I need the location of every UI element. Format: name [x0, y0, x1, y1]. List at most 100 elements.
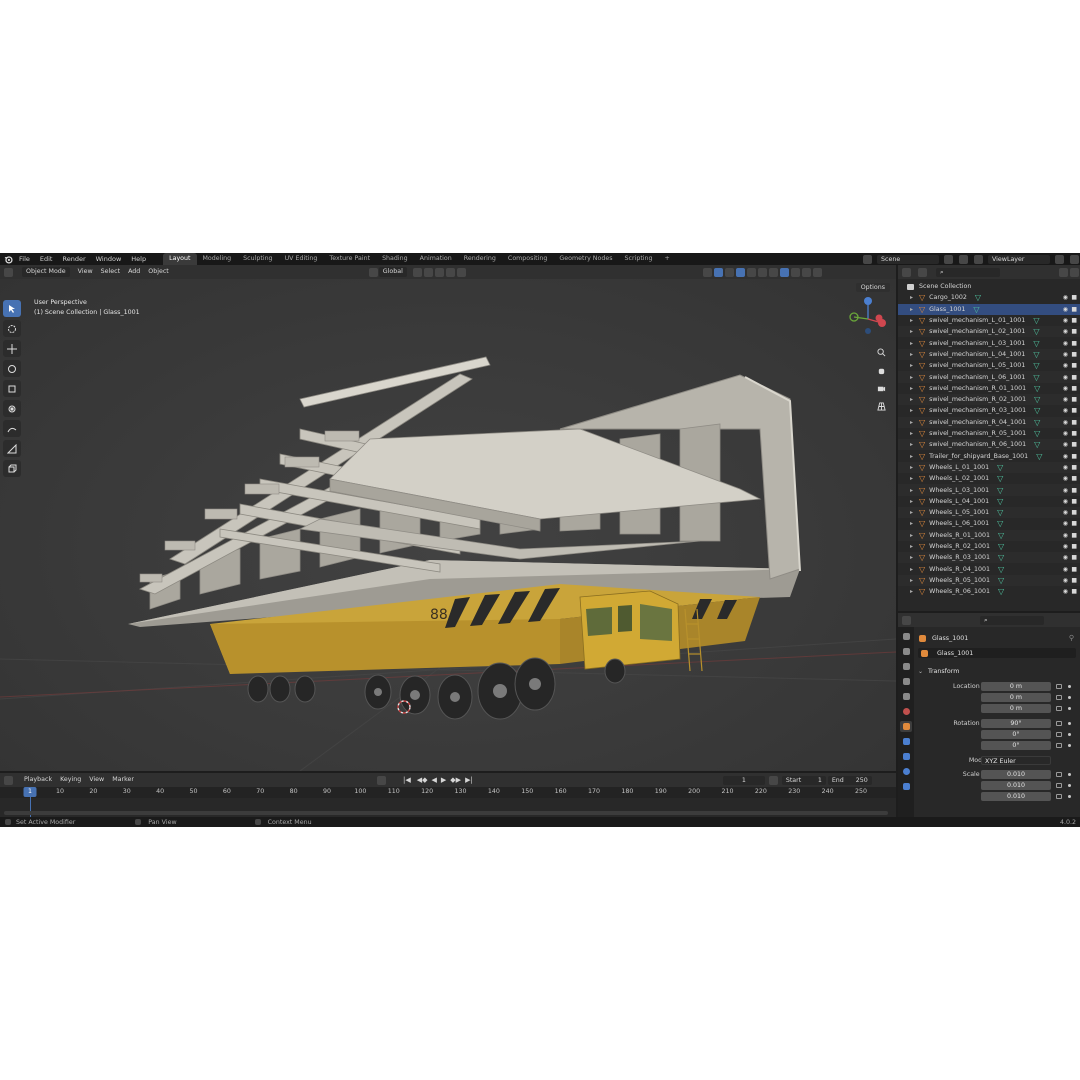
expand-arrow-icon[interactable]: ▸	[910, 407, 918, 414]
menu-edit[interactable]: Edit	[35, 253, 58, 265]
tool-tab-icon[interactable]	[900, 631, 912, 642]
mesh-data-icon[interactable]: ▽	[1033, 361, 1039, 370]
menu-render[interactable]: Render	[57, 253, 90, 265]
shading-wireframe-icon[interactable]	[768, 267, 778, 277]
next-keyframe-icon[interactable]: ◆▶	[448, 775, 463, 785]
menu-timeline-view[interactable]: View	[85, 775, 108, 785]
outliner-item[interactable]: ▸ ▽ swivel_mechanism_R_06_1001 ▽ ◉ ■	[898, 439, 1080, 451]
xray-icon[interactable]	[757, 267, 767, 277]
mesh-data-icon[interactable]: ▽	[997, 497, 1003, 506]
properties-editor-icon[interactable]	[902, 615, 911, 625]
outliner-item[interactable]: ▸ ▽ swivel_mechanism_L_06_1001 ▽ ◉ ■	[898, 371, 1080, 383]
expand-arrow-icon[interactable]: ▸	[910, 351, 918, 358]
camera-icon[interactable]: ■	[1071, 464, 1077, 471]
new-view-layer-icon[interactable]	[1055, 254, 1064, 264]
expand-arrow-icon[interactable]: ▸	[910, 374, 918, 381]
tab-layout[interactable]: Layout	[163, 253, 197, 265]
expand-arrow-icon[interactable]: ▸	[910, 554, 918, 561]
camera-icon[interactable]: ■	[1071, 351, 1077, 358]
view-layer-icon[interactable]	[974, 254, 983, 264]
mode-dropdown[interactable]: Object Mode	[22, 267, 70, 277]
camera-icon[interactable]: ■	[1071, 520, 1077, 527]
eye-icon[interactable]: ◉	[1063, 430, 1068, 437]
mesh-data-icon[interactable]: ▽	[1036, 452, 1042, 461]
editor-type-icon[interactable]	[4, 267, 13, 277]
eye-icon[interactable]: ◉	[1063, 306, 1068, 313]
tab-uv-editing[interactable]: UV Editing	[279, 253, 324, 265]
keyframe-dot-icon[interactable]	[1068, 795, 1071, 798]
menu-add[interactable]: Add	[124, 267, 144, 277]
scale-z-field[interactable]: 0.010	[981, 792, 1051, 801]
eye-icon[interactable]: ◉	[1063, 577, 1068, 584]
eye-icon[interactable]: ◉	[1063, 566, 1068, 573]
camera-icon[interactable]: ■	[1071, 566, 1077, 573]
camera-icon[interactable]: ■	[1071, 475, 1077, 482]
menu-select[interactable]: Select	[97, 267, 124, 277]
expand-arrow-icon[interactable]: ▸	[910, 464, 918, 471]
mesh-data-icon[interactable]: ▽	[998, 542, 1004, 551]
mesh-data-icon[interactable]: ▽	[1034, 429, 1040, 438]
outliner-item[interactable]: ▸ ▽ Wheels_R_03_1001 ▽ ◉ ■	[898, 552, 1080, 564]
expand-arrow-icon[interactable]: ▸	[910, 306, 918, 313]
outliner-item[interactable]: ▸ ▽ swivel_mechanism_L_02_1001 ▽ ◉ ■	[898, 326, 1080, 338]
expand-arrow-icon[interactable]: ▸	[910, 430, 918, 437]
timeline-area[interactable]: 10 20 30 40 50 60 70 80 90 100 110 120 130 140 150 160 1…	[0, 787, 896, 817]
record-icon[interactable]	[376, 775, 386, 785]
keyframe-dot-icon[interactable]	[1068, 707, 1071, 710]
scene-tab-icon[interactable]	[900, 691, 912, 702]
cursor-tool-icon[interactable]	[3, 320, 21, 337]
menu-window[interactable]: Window	[91, 253, 127, 265]
orientation-dropdown[interactable]: Global	[378, 267, 407, 277]
mesh-data-icon[interactable]: ▽	[997, 474, 1003, 483]
shading-solid-icon[interactable]	[779, 267, 789, 277]
blender-logo-icon[interactable]	[2, 253, 14, 265]
mesh-data-icon[interactable]: ▽	[1033, 339, 1039, 348]
shading-rendered-icon[interactable]	[801, 267, 811, 277]
scene-field[interactable]: Scene	[877, 254, 939, 264]
new-scene-icon[interactable]	[944, 254, 953, 264]
expand-arrow-icon[interactable]: ▸	[910, 588, 918, 595]
camera-icon[interactable]: ■	[1071, 577, 1077, 584]
menu-help[interactable]: Help	[126, 253, 151, 265]
camera-icon[interactable]: ■	[1071, 588, 1077, 595]
data-name-field[interactable]: Glass_1001	[918, 648, 1076, 658]
outliner-item[interactable]: ▸ ▽ swivel_mechanism_R_04_1001 ▽ ◉ ■	[898, 416, 1080, 428]
expand-arrow-icon[interactable]: ▸	[910, 532, 918, 539]
outliner-item[interactable]: ▸ ▽ Wheels_L_05_1001 ▽ ◉ ■	[898, 507, 1080, 519]
expand-arrow-icon[interactable]: ▸	[910, 498, 918, 505]
menu-keying[interactable]: Keying	[56, 775, 85, 785]
tab-shading[interactable]: Shading	[376, 253, 414, 265]
eye-icon[interactable]: ◉	[1063, 385, 1068, 392]
menu-file[interactable]: File	[14, 253, 35, 265]
keyframe-dot-icon[interactable]	[1068, 685, 1071, 688]
scale-x-field[interactable]: 0.010	[981, 770, 1051, 779]
display-mode-icon[interactable]	[918, 267, 927, 277]
camera-icon[interactable]: ■	[1071, 487, 1077, 494]
outliner-item[interactable]: ▸ ▽ Wheels_L_02_1001 ▽ ◉ ■	[898, 473, 1080, 484]
lock-icon[interactable]	[1056, 772, 1062, 777]
eye-icon[interactable]: ◉	[1063, 396, 1068, 403]
lock-icon[interactable]	[1056, 743, 1062, 748]
view-layer-tab-icon[interactable]	[900, 676, 912, 687]
outliner-item[interactable]: ▸ ▽ swivel_mechanism_R_02_1001 ▽ ◉ ■	[898, 394, 1080, 406]
modifier-tab-icon[interactable]	[900, 736, 912, 747]
keyframe-dot-icon[interactable]	[1068, 784, 1071, 787]
mesh-data-icon[interactable]: ▽	[975, 293, 981, 302]
mesh-data-icon[interactable]: ▽	[1034, 395, 1040, 404]
falloff-icon[interactable]	[456, 267, 466, 277]
pan-hand-icon[interactable]	[874, 363, 888, 377]
physics-tab-icon[interactable]	[900, 766, 912, 777]
3d-viewport[interactable]: 88 User Perspective (1) Scene Collection…	[0, 279, 896, 771]
mesh-data-icon[interactable]: ▽	[1034, 406, 1040, 415]
eye-icon[interactable]: ◉	[1063, 407, 1068, 414]
lock-icon[interactable]	[1056, 732, 1062, 737]
eye-icon[interactable]: ◉	[1063, 498, 1068, 505]
delete-view-layer-icon[interactable]	[1070, 254, 1079, 264]
mesh-data-icon[interactable]: ▽	[1033, 373, 1039, 382]
orthographic-grid-icon[interactable]	[874, 399, 888, 413]
eye-icon[interactable]: ◉	[1063, 543, 1068, 550]
eye-icon[interactable]: ◉	[1063, 532, 1068, 539]
rotate-tool-icon[interactable]	[3, 360, 21, 377]
outliner-item[interactable]: ▸ ▽ swivel_mechanism_R_05_1001 ▽ ◉ ■	[898, 428, 1080, 439]
mesh-data-icon[interactable]: ▽	[997, 463, 1003, 472]
